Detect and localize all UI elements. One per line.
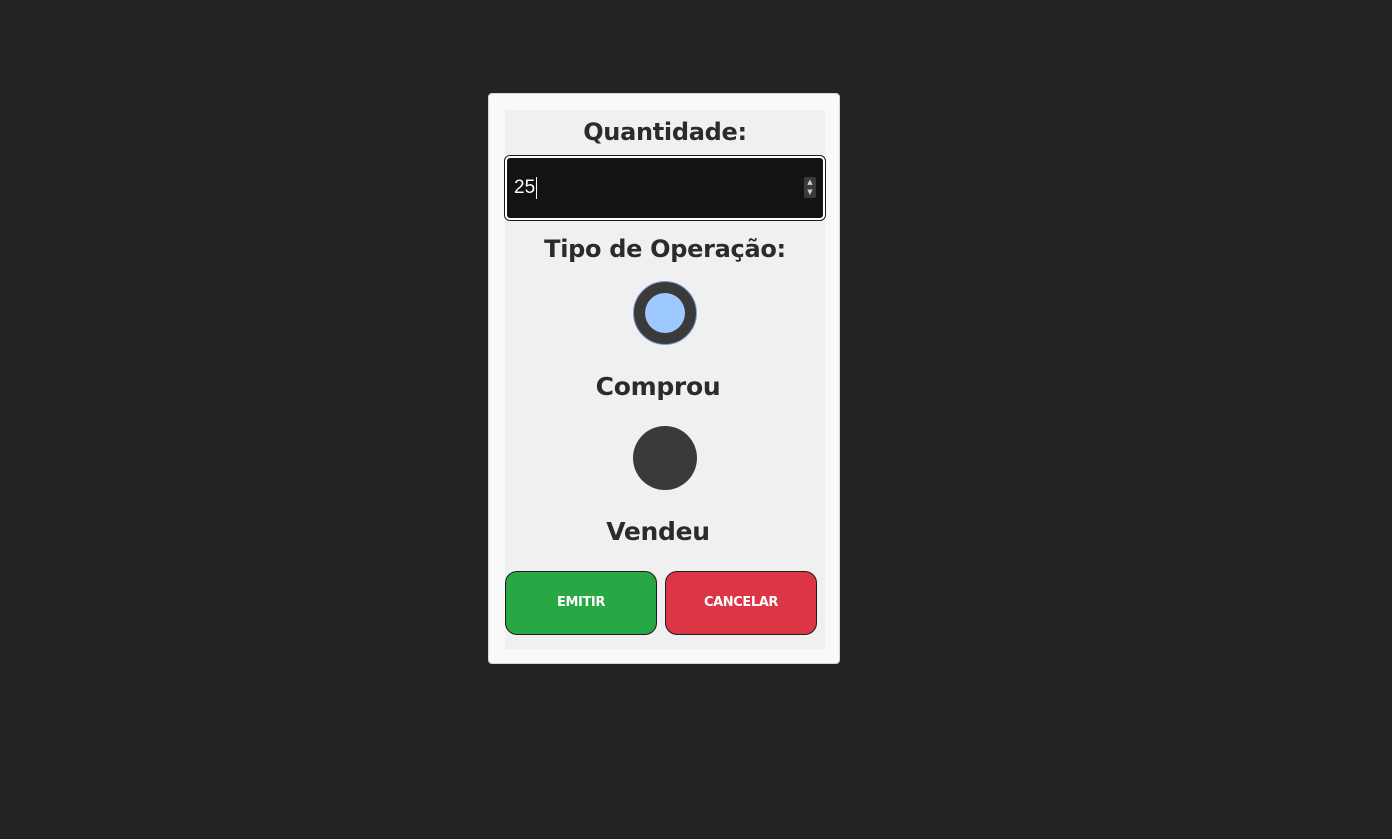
comprou-label: Comprou [595,372,721,401]
quantity-input[interactable] [514,176,784,200]
emit-button[interactable]: EMITIR [505,571,657,635]
chevron-down-icon[interactable]: ▼ [804,187,816,197]
radio-selected-dot [645,293,685,333]
text-caret [536,177,537,199]
operation-type-label: Tipo de Operação: [544,235,786,263]
vendeu-label: Vendeu [606,517,710,546]
order-form: Quantidade: ▲ ▼ Tipo de Operação: Compro… [504,110,826,649]
quantity-stepper[interactable]: ▲ ▼ [804,177,816,198]
radio-comprou[interactable] [633,281,697,345]
quantity-field[interactable]: ▲ ▼ [504,155,826,221]
chevron-up-icon[interactable]: ▲ [804,177,816,187]
order-dialog: Quantidade: ▲ ▼ Tipo de Operação: Compro… [488,93,840,664]
cancel-button[interactable]: CANCELAR [665,571,817,635]
quantity-label: Quantidade: [583,118,747,146]
radio-vendeu[interactable] [633,426,697,490]
